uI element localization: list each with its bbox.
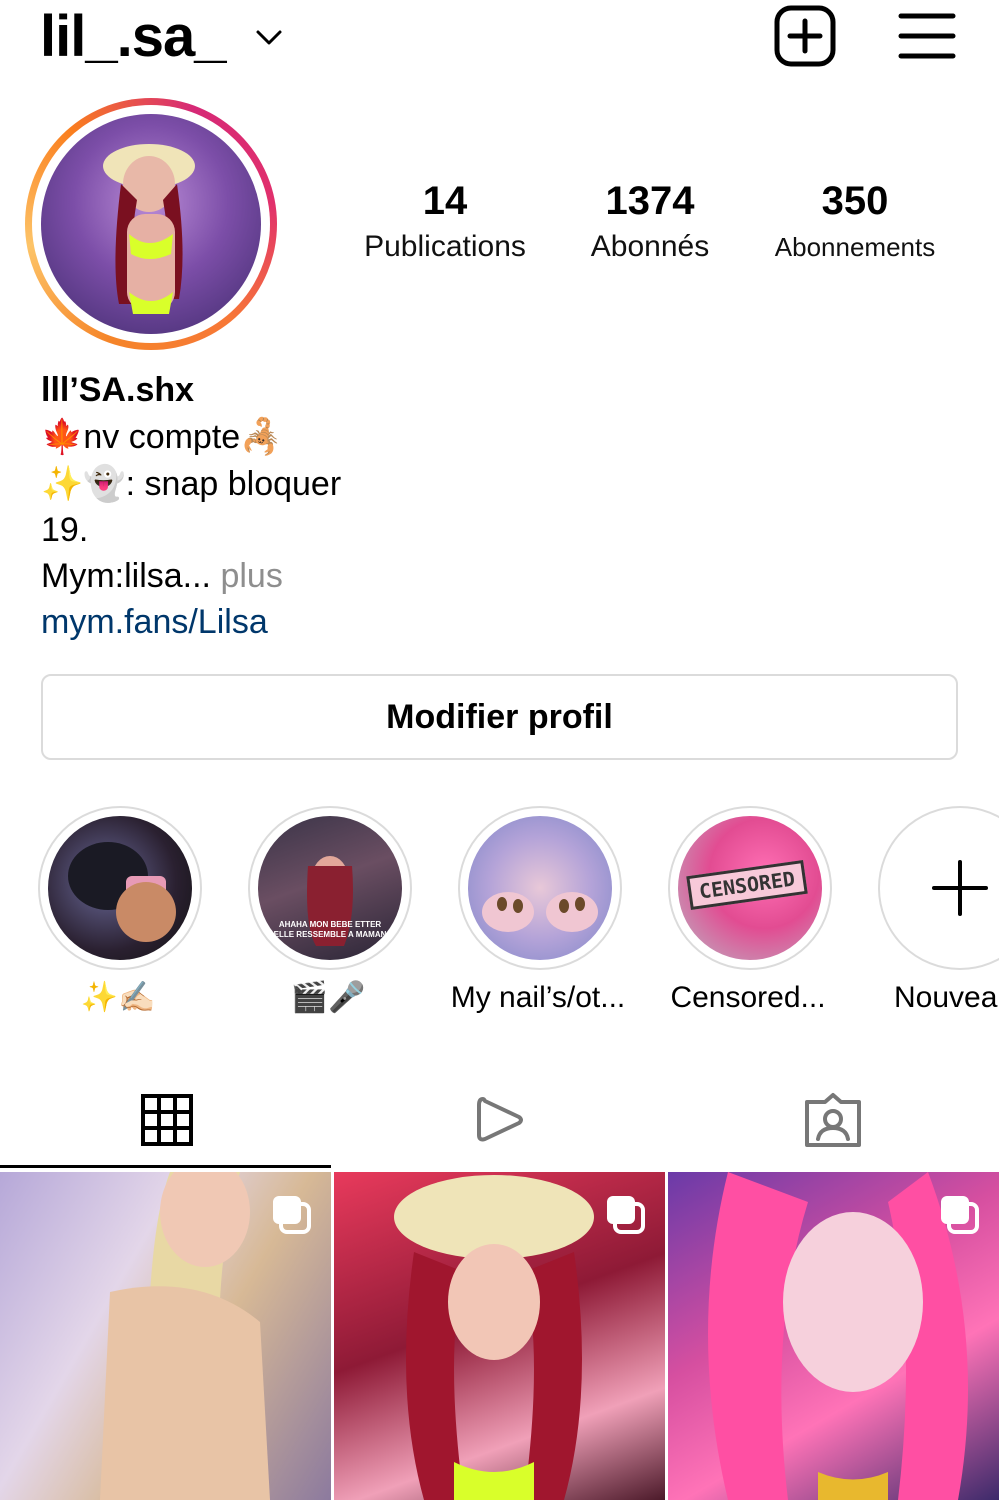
bio-truncated-text: Mym:lilsa... [41, 557, 211, 595]
profile-username[interactable]: lil_.sa_ [40, 2, 226, 72]
grid-post[interactable] [334, 1172, 665, 1500]
new-post-icon[interactable] [774, 5, 836, 67]
bio-line-2: ✨👻: snap bloquer [41, 465, 342, 503]
posts-count: 14 Publications [335, 175, 555, 267]
highlight-cover-ring [38, 806, 202, 970]
menu-icon[interactable] [898, 10, 956, 62]
avatar-photo [41, 114, 261, 334]
carousel-icon [941, 1196, 979, 1234]
display-name: lll’SA.shx [41, 371, 195, 409]
story-highlight[interactable]: My nail’s/ot... [451, 806, 626, 1014]
bio-website-link[interactable]: mym.fans/Lilsa [41, 599, 268, 645]
highlight-cover-ring [458, 806, 622, 970]
grid-icon [140, 1094, 193, 1146]
highlight-cover-ring: CENSORED [668, 806, 832, 970]
highlight-cover-image: AHAHA MON BEBE ETTER ELLE RESSEMBLE A MA… [258, 816, 402, 960]
following-count-label: Abonnements [774, 232, 936, 262]
tab-posts-grid[interactable] [0, 1072, 333, 1168]
highlight-cover-image [468, 816, 612, 960]
censored-badge: CENSORED [686, 859, 808, 911]
carousel-icon [607, 1196, 645, 1234]
highlight-caption: My nail’s/ot... [450, 981, 626, 1014]
story-highlight[interactable]: ✨✍🏻 [36, 806, 206, 1014]
highlight-cover-ring: AHAHA MON BEBE ETTER ELLE RESSEMBLE A MA… [248, 806, 412, 970]
new-highlight-button[interactable]: Nouveau [876, 806, 999, 1014]
tab-tagged[interactable] [666, 1072, 999, 1168]
bio-more-link[interactable]: plus [220, 557, 282, 595]
bio-line-3: 19. [41, 511, 89, 549]
bio-line-4: Mym:lilsa... plus [41, 553, 283, 599]
story-highlight[interactable]: CENSORED Censored... [666, 806, 836, 1014]
reels-icon [476, 1097, 523, 1142]
highlight-overlay-text: AHAHA MON BEBE ETTER ELLE RESSEMBLE A MA… [273, 920, 387, 939]
grid-post[interactable] [668, 1172, 999, 1500]
highlight-cover-image: CENSORED [678, 816, 822, 960]
highlight-cover-image [48, 816, 192, 960]
tagged-icon [804, 1093, 861, 1147]
following-count-value: 350 [821, 179, 889, 223]
following-count[interactable]: 350 Abonnements [745, 175, 965, 267]
posts-count-label: Publications [364, 230, 526, 263]
bio-line-1: 🍁nv compte🦂 [41, 418, 283, 456]
new-highlight-ring [878, 806, 999, 970]
highlight-caption: Censored... [670, 981, 826, 1014]
grid-post[interactable] [0, 1172, 331, 1500]
story-highlight[interactable]: AHAHA MON BEBE ETTER ELLE RESSEMBLE A MA… [246, 806, 416, 1014]
followers-count-label: Abonnés [590, 230, 710, 263]
posts-count-value: 14 [422, 179, 468, 223]
highlight-caption: 🎬🎤 [290, 981, 366, 1014]
highlight-caption: ✨✍🏻 [80, 981, 156, 1014]
highlight-caption: Nouveau [894, 981, 999, 1014]
carousel-icon [273, 1196, 311, 1234]
chevron-down-icon[interactable] [254, 22, 284, 52]
plus-icon [932, 860, 988, 916]
followers-count[interactable]: 1374 Abonnés [540, 175, 760, 267]
profile-avatar[interactable] [25, 98, 277, 350]
followers-count-value: 1374 [605, 179, 695, 223]
tab-reels[interactable] [333, 1072, 666, 1168]
edit-profile-button[interactable]: Modifier profil [41, 674, 958, 760]
selected-tab-indicator [0, 1165, 331, 1168]
